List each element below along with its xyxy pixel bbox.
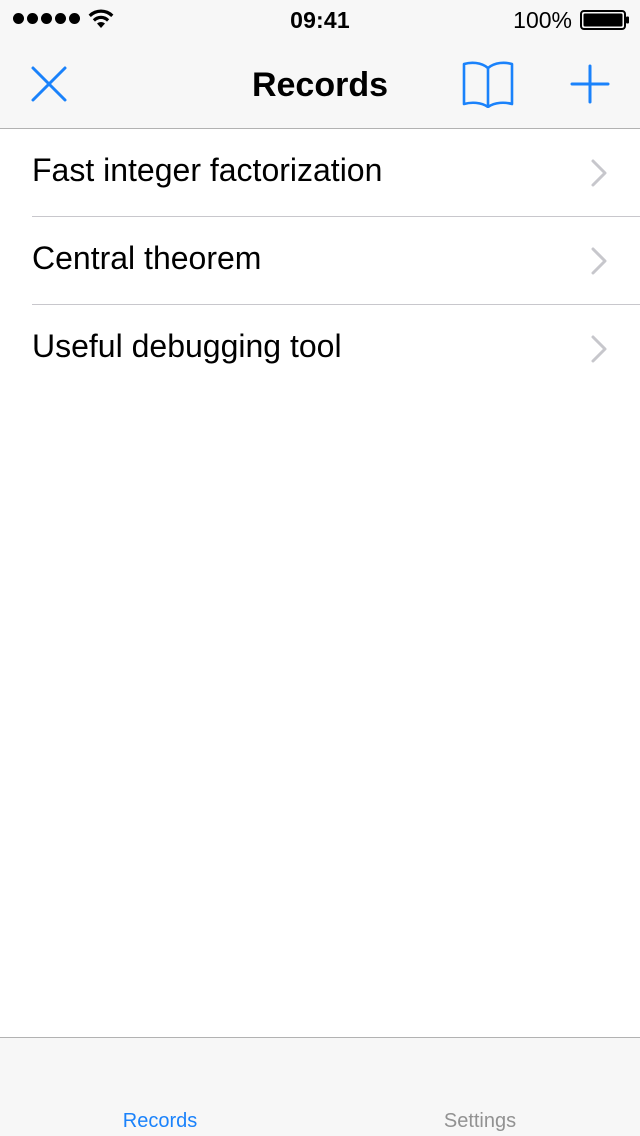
tab-records[interactable]: Records xyxy=(0,1110,320,1133)
tab-settings[interactable]: Settings xyxy=(320,1110,640,1133)
navigation-bar: Records xyxy=(0,40,640,129)
list-item-label: Useful debugging tool xyxy=(32,328,342,364)
battery-percentage: 100% xyxy=(513,7,572,33)
plus-icon xyxy=(570,64,610,104)
book-icon xyxy=(462,61,514,108)
list-item[interactable]: Central theorem xyxy=(0,217,640,305)
list-item-label: Central theorem xyxy=(32,240,262,276)
records-screen: 09:41 100% Records Fast integer factoriz… xyxy=(0,0,640,1136)
chevron-right-icon xyxy=(591,335,607,363)
list-item[interactable]: Useful debugging tool xyxy=(0,305,640,393)
tab-bar: Records Settings xyxy=(0,1037,640,1136)
bookmarks-button[interactable] xyxy=(460,61,516,108)
chevron-right-icon xyxy=(591,247,607,275)
list-item[interactable]: Fast integer factorization xyxy=(0,129,640,217)
records-list: Fast integer factorization Central theor… xyxy=(0,129,640,393)
chevron-right-icon xyxy=(591,159,607,187)
list-item-label: Fast integer factorization xyxy=(32,152,383,188)
battery-icon xyxy=(580,10,629,30)
status-bar: 09:41 100% xyxy=(0,0,640,40)
add-record-button[interactable] xyxy=(568,62,612,106)
page-title: Records xyxy=(251,66,389,104)
